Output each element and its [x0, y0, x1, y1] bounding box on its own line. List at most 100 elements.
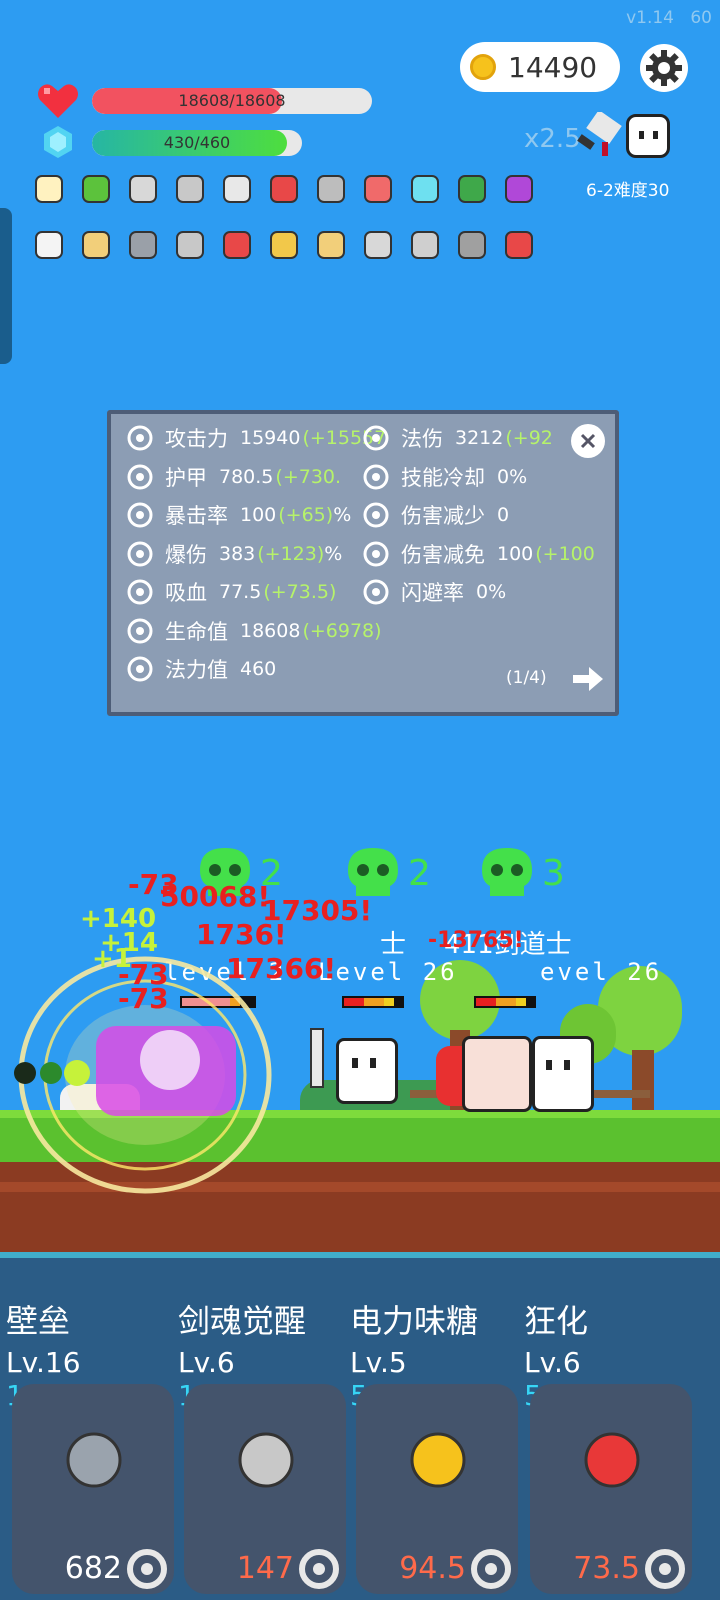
stat-bonus: (+6978) — [302, 619, 382, 642]
stat-name: 生命值 — [165, 619, 228, 644]
potted-plant-icon[interactable] — [451, 168, 493, 210]
stat-name: 攻击力 — [165, 427, 228, 451]
settings-button[interactable] — [640, 44, 688, 92]
thermometer-icon-glyph — [505, 231, 533, 259]
hook-icon[interactable] — [357, 224, 399, 266]
potion-icon — [584, 1432, 640, 1488]
horned-skull-icon — [127, 656, 153, 682]
scroll-icon[interactable] — [310, 224, 352, 266]
stat-bonus: (+92 — [505, 427, 553, 449]
stat-row: 法力值 460 — [125, 653, 278, 685]
page-indicator: (1/4) — [506, 668, 547, 688]
enemy-swordsman — [310, 1028, 402, 1114]
gold-value: 14490 — [508, 50, 598, 84]
lifesteal-icon — [127, 579, 153, 605]
stat-row: 护甲 780.5 (+730. — [125, 461, 341, 493]
sword-icon[interactable] — [216, 168, 258, 210]
close-button[interactable] — [571, 424, 605, 458]
thermometer-icon[interactable] — [498, 224, 540, 266]
skill-card[interactable]: 73.5 — [530, 1384, 692, 1594]
mana-crystal-icon — [44, 126, 72, 158]
dagger-icon[interactable] — [404, 224, 446, 266]
axe-icon — [127, 425, 153, 451]
crystal-ball-icon[interactable] — [498, 168, 540, 210]
stat-row: 爆伤 383 (+123)% — [125, 538, 342, 570]
stat-value: 383 — [219, 542, 256, 565]
ring-icon[interactable] — [263, 224, 305, 266]
skill-cost: 94.5 — [399, 1551, 466, 1586]
sprout-icon[interactable] — [75, 168, 117, 210]
lollipop-icon — [410, 1432, 466, 1488]
greatsword-icon-glyph — [317, 175, 345, 203]
stat-name: 暴击率 — [165, 504, 228, 528]
stat-value: 15940 — [240, 427, 301, 449]
stat-row: 技能冷却 0% — [361, 461, 529, 493]
skull-count: 2 — [408, 852, 431, 894]
hourglass-icon — [127, 618, 153, 643]
stat-name: 吸血 — [165, 581, 207, 605]
skill-card[interactable]: 682 — [12, 1384, 174, 1594]
skill-card[interactable]: 94.5 — [356, 1384, 518, 1594]
crystal-ball-icon-glyph — [505, 175, 533, 203]
spiked-mace-icon[interactable] — [169, 224, 211, 266]
stat-value: 100 — [240, 504, 277, 526]
damage-number: -73 — [118, 982, 169, 1015]
stat-value: 0 — [497, 504, 510, 526]
stat-name: 伤害减免 — [401, 542, 485, 567]
pill-icon[interactable] — [357, 168, 399, 210]
mp-text: 430/460 — [163, 133, 231, 152]
stat-bonus: (+65) — [278, 504, 334, 526]
green-skull-icon — [482, 848, 532, 896]
stat-bonus: (+730. — [275, 465, 342, 488]
pill-icon-glyph — [364, 175, 392, 203]
enemy-swordsman-group — [436, 1030, 596, 1114]
impact-flash — [140, 1030, 200, 1090]
skill-level: Lv.6 — [178, 1346, 235, 1379]
stat-row: 暴击率 100 (+65)% — [125, 499, 351, 531]
viking-helmet-icon[interactable] — [122, 224, 164, 266]
cooldown-icon — [645, 1549, 685, 1589]
winged-boot-icon-glyph — [223, 231, 251, 259]
equipment-row-2 — [28, 224, 545, 266]
ghost-enemy-icon — [626, 114, 670, 158]
gem-icon[interactable] — [404, 168, 446, 210]
hook-icon[interactable] — [122, 168, 164, 210]
dice-icon-glyph — [35, 231, 63, 259]
cleaver-icon — [577, 112, 622, 156]
spiked-mace-icon-glyph — [176, 231, 204, 259]
crossed-swords-icon[interactable] — [169, 168, 211, 210]
stat-unit: % — [333, 504, 352, 526]
enemy-name: 士 — [380, 930, 407, 960]
skill-cost: 682 — [64, 1551, 122, 1586]
stat-value: 18608 — [240, 619, 301, 642]
skill-card[interactable]: 147 — [184, 1384, 346, 1594]
wand-icon — [363, 425, 389, 451]
enemy-hp-bar — [474, 996, 536, 1008]
skill-cost: 147 — [236, 1551, 294, 1586]
side-drawer-tab[interactable] — [0, 208, 12, 364]
greatsword-icon[interactable] — [310, 168, 352, 210]
sun-icon — [127, 464, 153, 489]
dagger-icon-glyph — [411, 231, 439, 259]
stat-value: 100 — [497, 542, 534, 565]
skill-level: Lv.6 — [524, 1346, 581, 1379]
enemy-level: evel 26 — [540, 958, 663, 986]
skull-counter-2: 2 — [344, 846, 431, 900]
stat-value: 77.5 — [219, 581, 262, 603]
next-page-arrow-icon[interactable] — [571, 662, 605, 696]
scroll-icon[interactable] — [75, 224, 117, 266]
winged-boot-icon[interactable] — [216, 224, 258, 266]
tree-trunk — [632, 1050, 654, 1114]
stat-name: 闪避率 — [401, 581, 464, 605]
stat-name: 伤害减少 — [401, 504, 485, 528]
boot-icon[interactable] — [263, 168, 305, 210]
axe-icon[interactable] — [451, 224, 493, 266]
heart-shield-icon — [363, 502, 389, 528]
hook-icon-glyph — [129, 175, 157, 203]
egg-icon[interactable] — [28, 168, 70, 210]
crossed-swords-icon — [127, 502, 153, 528]
heart-icon — [363, 541, 389, 566]
stat-unit: % — [324, 542, 343, 565]
skull-count: 3 — [542, 852, 565, 894]
dice-icon[interactable] — [28, 224, 70, 266]
